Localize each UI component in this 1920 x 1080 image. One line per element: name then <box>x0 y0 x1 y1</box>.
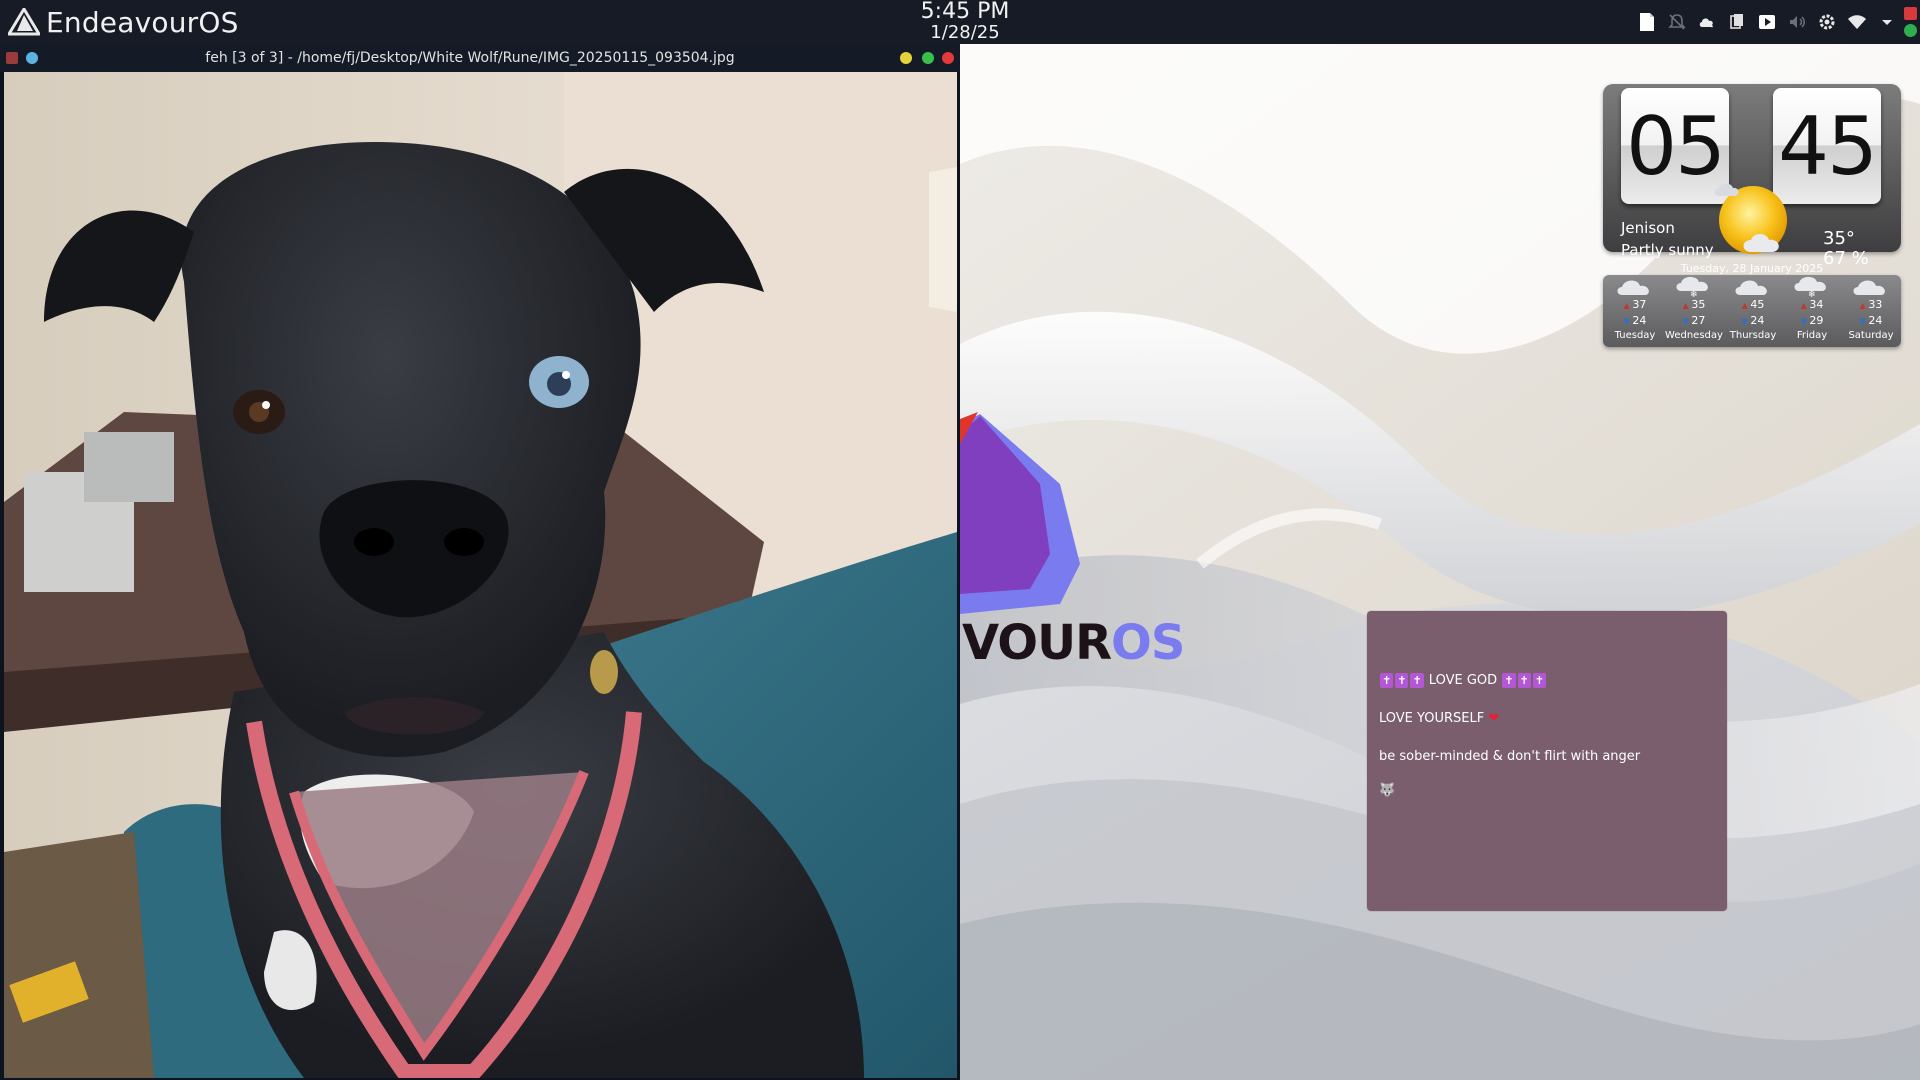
forecast-day-name: Thursday <box>1729 330 1777 341</box>
forecast-day: 37 24 Tuesday <box>1605 275 1665 347</box>
note-line: ✝ ✝ ✝ LOVE GOD ✝ ✝ ✝ <box>1379 673 1547 688</box>
weather-date: Tuesday, 28 January 2025 <box>1680 262 1824 275</box>
cross-icon: ✝ <box>1380 673 1394 688</box>
weather-condition: Partly sunny <box>1621 241 1714 259</box>
clipboard-icon[interactable] <box>1722 0 1752 44</box>
settings-icon[interactable] <box>1812 0 1842 44</box>
volume-icon[interactable] <box>1782 0 1812 44</box>
top-panel: EndeavourOS 5:45 PM 1/28/25 <box>0 0 1920 44</box>
weather-temperature: 35° <box>1823 228 1855 249</box>
system-tray <box>1632 0 1920 44</box>
endeavouros-icon <box>8 8 40 36</box>
forecast-low: 29 <box>1782 313 1842 329</box>
cloud-icon <box>1853 280 1885 295</box>
forecast-day-name: Wednesday <box>1665 330 1723 341</box>
cross-icon: ✝ <box>1532 673 1546 688</box>
logo-text-blue: OS <box>1111 615 1185 671</box>
clock-time: 5:45 PM <box>920 0 1010 24</box>
forecast-high: 33 <box>1841 297 1901 313</box>
note-line: be sober-minded & don't flirt with anger <box>1379 749 1641 764</box>
cloud-icon <box>1735 280 1767 295</box>
panel-clock[interactable]: 5:45 PM 1/28/25 <box>900 1 1030 42</box>
forecast-low: 24 <box>1841 313 1901 329</box>
chevron-down-icon[interactable] <box>1872 0 1902 44</box>
dog-photo-illustration <box>4 72 957 1078</box>
application-menu-button[interactable]: EndeavourOS <box>8 4 239 40</box>
forecast-day: 33 24 Saturday <box>1841 275 1901 347</box>
cloud-icon[interactable] <box>1692 0 1722 44</box>
snow-icon: ❄ <box>1676 276 1708 297</box>
clock-date: 1/28/25 <box>930 22 1000 43</box>
application-menu-label: EndeavourOS <box>46 5 239 39</box>
forecast-high: 45 <box>1723 297 1783 313</box>
cross-icon: ✝ <box>1395 673 1409 688</box>
forecast-day-name: Tuesday <box>1614 330 1656 341</box>
clock-weather-widget[interactable]: 05 45 Jenison Partly sunny 35° 67 % Tues… <box>1603 60 1903 350</box>
maximize-button[interactable] <box>922 52 934 64</box>
window-titlebar[interactable]: feh [3 of 3] - /home/fj/Desktop/White Wo… <box>0 44 960 72</box>
heart-icon: ❤ <box>1488 711 1500 726</box>
endeavouros-logo-text: VOUROS <box>962 615 1185 671</box>
tray-status-icons <box>1904 7 1920 37</box>
forecast-low: 24 <box>1723 313 1783 329</box>
svg-text:❄: ❄ <box>1808 290 1816 297</box>
media-play-icon[interactable] <box>1752 0 1782 44</box>
window-title: feh [3 of 3] - /home/fj/Desktop/White Wo… <box>205 50 735 66</box>
wifi-icon[interactable] <box>1842 0 1872 44</box>
flip-clock-panel: 05 45 Jenison Partly sunny 35° 67 % Tues… <box>1603 84 1901 275</box>
forecast-day: ❄ 34 29 Friday <box>1782 275 1842 347</box>
lock-icon[interactable] <box>1904 7 1917 20</box>
forecast-high: 37 <box>1605 297 1665 313</box>
forecast-high: 35 <box>1664 297 1724 313</box>
svg-text:❄: ❄ <box>1690 290 1698 297</box>
cross-icon: ✝ <box>1517 673 1531 688</box>
note-line: LOVE YOURSELF ❤ <box>1379 711 1499 726</box>
partly-sunny-icon <box>1714 183 1787 254</box>
minimize-button[interactable] <box>900 52 912 64</box>
wolf-icon: 🐺 <box>1379 783 1396 798</box>
forecast-low: 24 <box>1605 313 1665 329</box>
update-icon[interactable] <box>1904 24 1917 37</box>
displayed-photo[interactable] <box>4 72 957 1078</box>
feh-image-viewer-window[interactable]: feh [3 of 3] - /home/fj/Desktop/White Wo… <box>0 44 960 1080</box>
forecast-day: 45 24 Thursday <box>1723 275 1783 347</box>
cross-icon: ✝ <box>1410 673 1424 688</box>
forecast-low: 27 <box>1664 313 1724 329</box>
document-icon[interactable] <box>1632 0 1662 44</box>
note-text-love-god: LOVE GOD <box>1428 673 1498 688</box>
close-button[interactable] <box>942 52 954 64</box>
note-text-love-yourself: LOVE YOURSELF <box>1379 711 1485 726</box>
logo-text-dark: VOUR <box>962 615 1112 671</box>
snow-icon: ❄ <box>1794 276 1826 297</box>
forecast-day: ❄ 35 27 Wednesday <box>1664 275 1724 347</box>
cloud-icon <box>1617 280 1649 295</box>
cross-icon: ✝ <box>1502 673 1516 688</box>
weather-location: Jenison <box>1621 219 1675 237</box>
sticky-note-widget[interactable]: ✝ ✝ ✝ LOVE GOD ✝ ✝ ✝ LOVE YOURSELF ❤ be sobe… <box>1367 611 1727 911</box>
forecast-day-name: Saturday <box>1848 330 1894 341</box>
forecast-high: 34 <box>1782 297 1842 313</box>
weather-forecast-panel: 37 24 Tuesday ❄ 35 27 Wednesday 45 24 Th… <box>1603 275 1901 347</box>
notification-icon[interactable] <box>1662 0 1692 44</box>
forecast-day-name: Friday <box>1796 330 1828 341</box>
